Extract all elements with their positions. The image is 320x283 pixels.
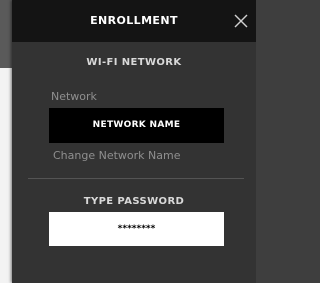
background-page xyxy=(0,68,12,283)
password-heading: TYPE PASSWORD xyxy=(83,196,185,207)
divider xyxy=(28,178,244,179)
close-icon xyxy=(234,14,248,28)
panel-title: ENROLLMENT xyxy=(90,14,178,27)
network-label: Network xyxy=(51,90,97,103)
wifi-network-heading: WI-FI NETWORK xyxy=(86,57,182,68)
password-input[interactable]: ******** xyxy=(49,212,224,246)
panel-header: ENROLLMENT xyxy=(12,0,256,42)
change-network-name-link[interactable]: Change Network Name xyxy=(53,149,181,162)
screen: ENROLLMENT WI-FI NETWORK Network NETWORK… xyxy=(0,0,256,283)
background-header xyxy=(0,0,12,68)
network-name-field[interactable]: NETWORK NAME xyxy=(49,108,224,143)
close-button[interactable] xyxy=(232,12,250,30)
enrollment-panel: ENROLLMENT WI-FI NETWORK Network NETWORK… xyxy=(12,0,256,283)
